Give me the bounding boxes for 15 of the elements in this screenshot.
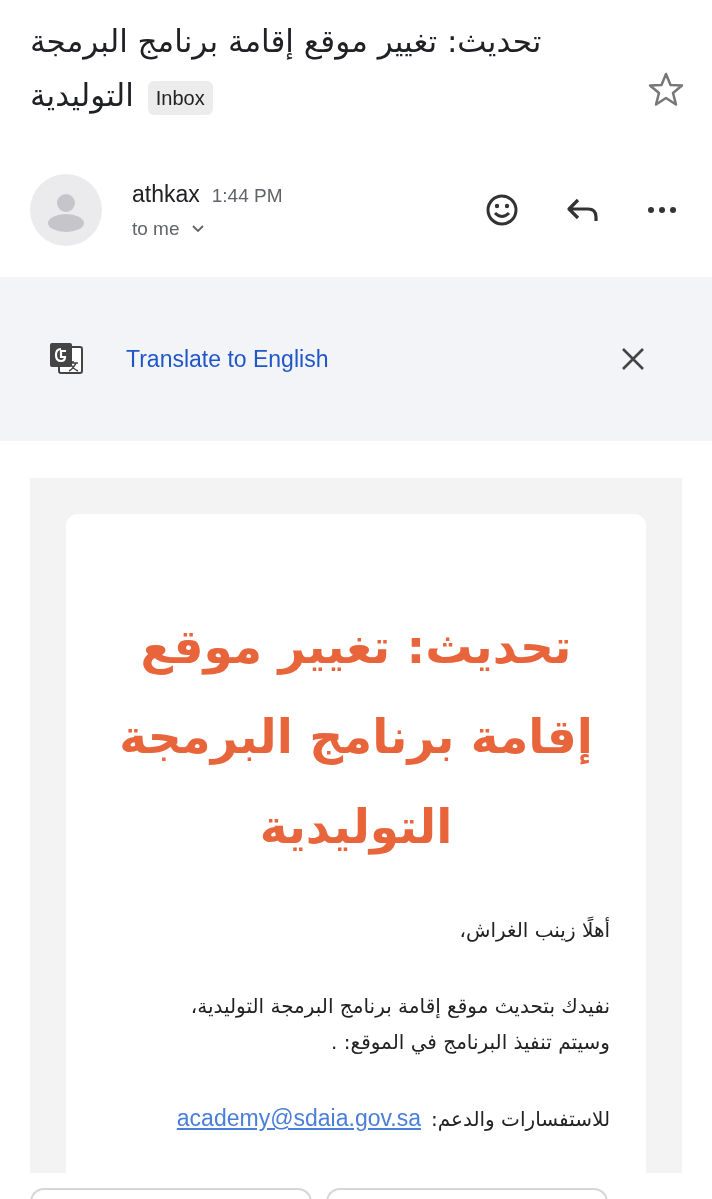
sender-name: athkax xyxy=(132,180,200,208)
translate-icon xyxy=(48,341,84,377)
message-heading: تحديث: تغيير موقع إقامة برنامج البرمجة التوليدية xyxy=(118,618,594,857)
translate-link[interactable]: Translate to English xyxy=(126,345,620,373)
avatar-icon xyxy=(30,174,102,246)
close-icon[interactable] xyxy=(620,346,646,372)
sent-time: 1:44 PM xyxy=(211,184,283,207)
greeting: أهلًا زينب الغراش، xyxy=(458,915,610,944)
chevron-icon xyxy=(191,224,204,233)
recipient-toggle[interactable]: to me xyxy=(132,217,484,240)
message-paragraph: نفيدك بتحديث موقع إقامة برنامج البرمجة التوليدية، وسيتم تنفيذ البرنامج في الموقع: . xyxy=(189,993,610,1057)
support-email-link[interactable]: academy@sdaia.gov.sa xyxy=(176,1100,421,1136)
support-label: للاستفسارات والدعم: xyxy=(430,1106,610,1133)
emoji-icon[interactable] xyxy=(484,192,520,228)
inbox-label[interactable]: Inbox xyxy=(147,80,213,115)
